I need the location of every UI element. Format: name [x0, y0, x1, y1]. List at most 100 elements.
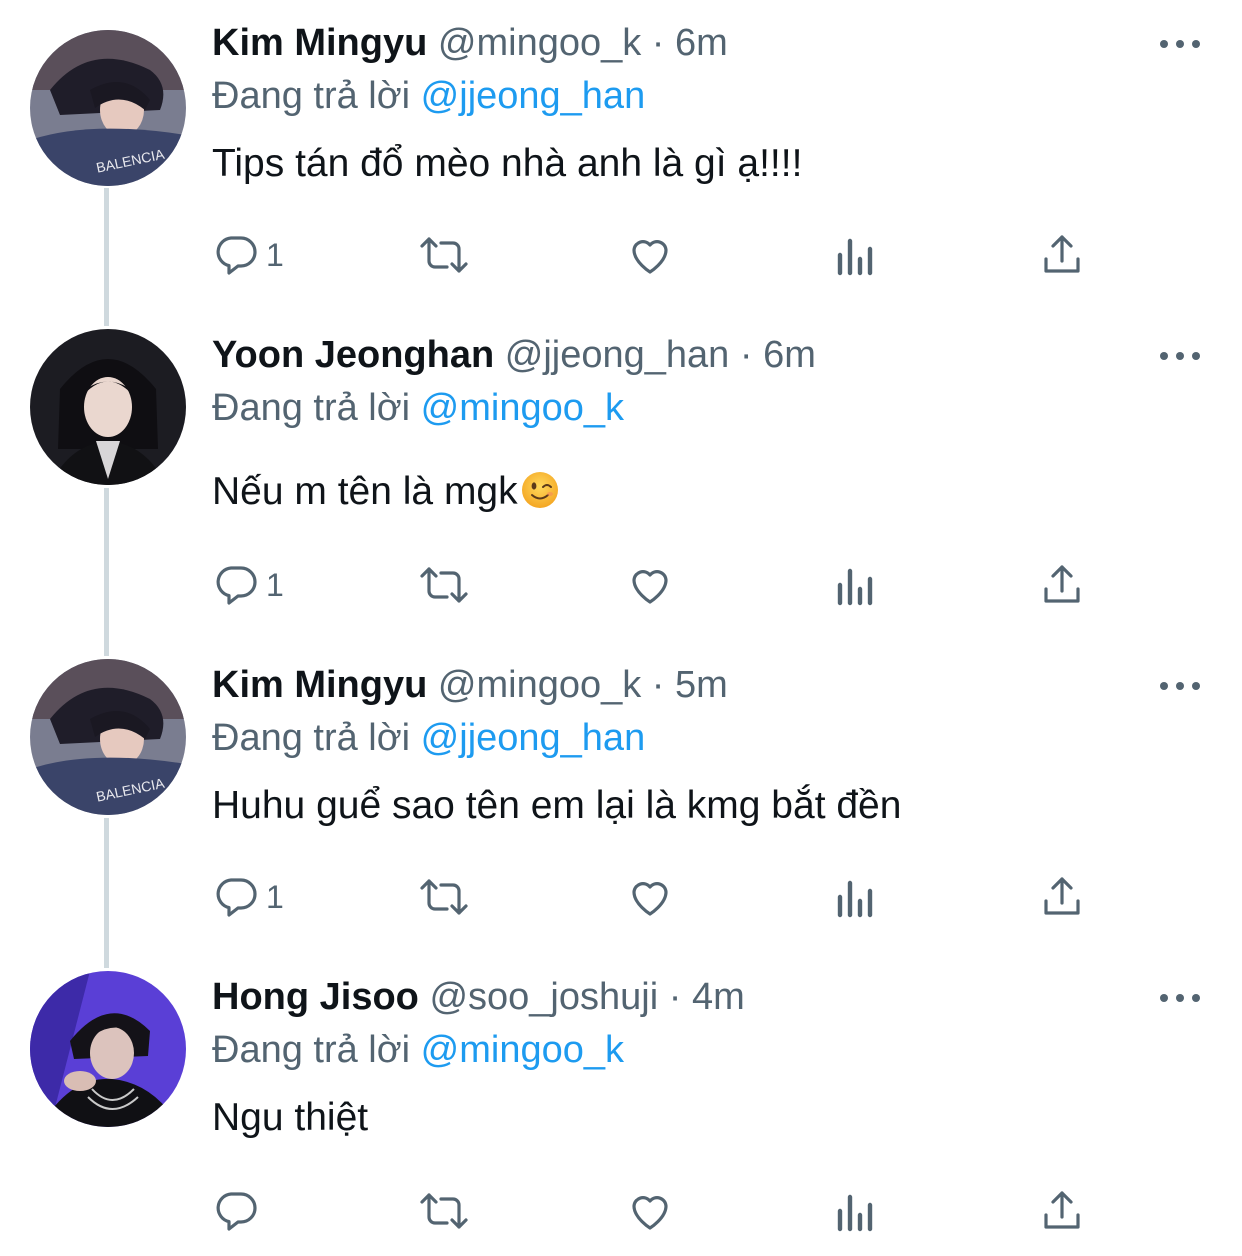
tweet-text: Huhu guể sao tên em lại là kmg bắt đền — [212, 784, 902, 827]
mention-link[interactable]: @jjeong_han — [421, 717, 646, 759]
replying-prefix: Đang trả lời — [212, 1029, 411, 1071]
username[interactable]: @mingoo_k — [438, 664, 641, 706]
share-icon — [1044, 235, 1080, 273]
heart-icon — [632, 570, 668, 604]
tweet-header: Hong Jisoo @soo_joshuji · 4m — [212, 974, 745, 1020]
display-name[interactable]: Kim Mingyu — [212, 664, 427, 706]
action-bar: 1 — [212, 230, 1112, 280]
avatar[interactable] — [30, 329, 186, 485]
like-button[interactable] — [626, 560, 674, 610]
views-icon — [837, 1194, 873, 1232]
views-button[interactable] — [834, 560, 878, 610]
retweet-button[interactable] — [417, 230, 471, 280]
more-icon[interactable] — [1158, 990, 1202, 1006]
username[interactable]: @jjeong_han — [505, 334, 730, 376]
reply-icon — [216, 566, 257, 605]
action-bar — [212, 1186, 1112, 1236]
tweet[interactable]: BALENCIA Kim Mingyu @mingoo_k · 5m Đang … — [0, 642, 1242, 954]
timestamp[interactable]: 6m — [763, 334, 816, 376]
reply-icon — [216, 1192, 257, 1231]
avatar-image — [30, 329, 186, 485]
reply-button[interactable]: 1 — [212, 560, 284, 610]
share-button[interactable] — [1038, 1186, 1086, 1236]
wink-emoji-icon — [521, 472, 558, 508]
avatar-image — [30, 971, 186, 1127]
like-button[interactable] — [626, 872, 674, 922]
username[interactable]: @mingoo_k — [438, 22, 641, 64]
timestamp[interactable]: 4m — [692, 976, 745, 1018]
views-button[interactable] — [834, 1186, 878, 1236]
reply-icon — [216, 878, 257, 917]
views-button[interactable] — [834, 872, 878, 922]
tweet[interactable]: Yoon Jeonghan @jjeong_han · 6m Đang trả … — [0, 312, 1242, 642]
avatar-image: BALENCIA — [30, 30, 186, 186]
share-icon — [1044, 565, 1080, 603]
avatar[interactable]: BALENCIA — [30, 659, 186, 815]
replying-to: Đang trả lời @jjeong_han — [212, 73, 645, 119]
replying-to: Đang trả lời @jjeong_han — [212, 715, 645, 761]
heart-icon — [632, 1196, 668, 1230]
reply-count: 1 — [266, 566, 284, 603]
share-icon — [1044, 877, 1080, 915]
tweet-text: Tips tán đổ mèo nhà anh là gì ạ!!!! — [212, 142, 803, 185]
mention-link[interactable]: @mingoo_k — [421, 387, 624, 429]
retweet-button[interactable] — [417, 1186, 471, 1236]
share-button[interactable] — [1038, 230, 1086, 280]
action-bar: 1 — [212, 872, 1112, 922]
tweet-header: Kim Mingyu @mingoo_k · 5m — [212, 662, 728, 708]
reply-count: 1 — [266, 236, 284, 273]
tweet[interactable]: Hong Jisoo @soo_joshuji · 4m Đang trả lờ… — [0, 954, 1242, 1256]
views-icon — [837, 568, 873, 606]
mention-link[interactable]: @mingoo_k — [421, 1029, 624, 1071]
more-icon[interactable] — [1158, 36, 1202, 52]
share-button[interactable] — [1038, 560, 1086, 610]
retweet-button[interactable] — [417, 872, 471, 922]
tweet-header: Kim Mingyu @mingoo_k · 6m — [212, 20, 728, 66]
reply-count: 1 — [266, 878, 284, 915]
separator-dot: · — [651, 22, 665, 64]
tweet-text: Nếu m tên là mgk — [212, 470, 518, 513]
retweet-icon — [420, 237, 468, 273]
display-name[interactable]: Kim Mingyu — [212, 22, 427, 64]
retweet-button[interactable] — [417, 560, 471, 610]
heart-icon — [632, 882, 668, 916]
share-button[interactable] — [1038, 872, 1086, 922]
mention-link[interactable]: @jjeong_han — [421, 75, 646, 117]
replying-to: Đang trả lời @mingoo_k — [212, 1027, 624, 1073]
tweet-text: Ngu thiệt — [212, 1096, 369, 1139]
reply-button[interactable]: 1 — [212, 230, 284, 280]
retweet-icon — [420, 567, 468, 603]
more-icon[interactable] — [1158, 678, 1202, 694]
tweet[interactable]: BALENCIA Kim Mingyu @mingoo_k · 6m Đang … — [0, 0, 1242, 312]
timestamp[interactable]: 5m — [675, 664, 728, 706]
separator-dot: · — [651, 664, 665, 706]
views-button[interactable] — [834, 230, 878, 280]
replying-to: Đang trả lời @mingoo_k — [212, 385, 624, 431]
avatar-image: BALENCIA — [30, 659, 186, 815]
replying-prefix: Đang trả lời — [212, 717, 411, 759]
avatar[interactable]: BALENCIA — [30, 30, 186, 186]
reply-button[interactable] — [212, 1186, 266, 1236]
separator-dot: · — [668, 976, 682, 1018]
reply-button[interactable]: 1 — [212, 872, 284, 922]
views-icon — [837, 238, 873, 276]
replying-prefix: Đang trả lời — [212, 75, 411, 117]
display-name[interactable]: Yoon Jeonghan — [212, 334, 494, 376]
retweet-icon — [420, 1193, 468, 1229]
replying-prefix: Đang trả lời — [212, 387, 411, 429]
username[interactable]: @soo_joshuji — [429, 976, 658, 1018]
avatar[interactable] — [30, 971, 186, 1127]
retweet-icon — [420, 879, 468, 915]
more-icon[interactable] — [1158, 348, 1202, 364]
tweet-header: Yoon Jeonghan @jjeong_han · 6m — [212, 332, 816, 378]
heart-icon — [632, 240, 668, 274]
display-name[interactable]: Hong Jisoo — [212, 976, 419, 1018]
views-icon — [837, 880, 873, 918]
timestamp[interactable]: 6m — [675, 22, 728, 64]
like-button[interactable] — [626, 1186, 674, 1236]
reply-icon — [216, 236, 257, 275]
like-button[interactable] — [626, 230, 674, 280]
reply-thread: BALENCIA Kim Mingyu @mingoo_k · 6m Đang … — [0, 0, 1242, 1256]
separator-dot: · — [739, 334, 753, 376]
action-bar: 1 — [212, 560, 1112, 610]
